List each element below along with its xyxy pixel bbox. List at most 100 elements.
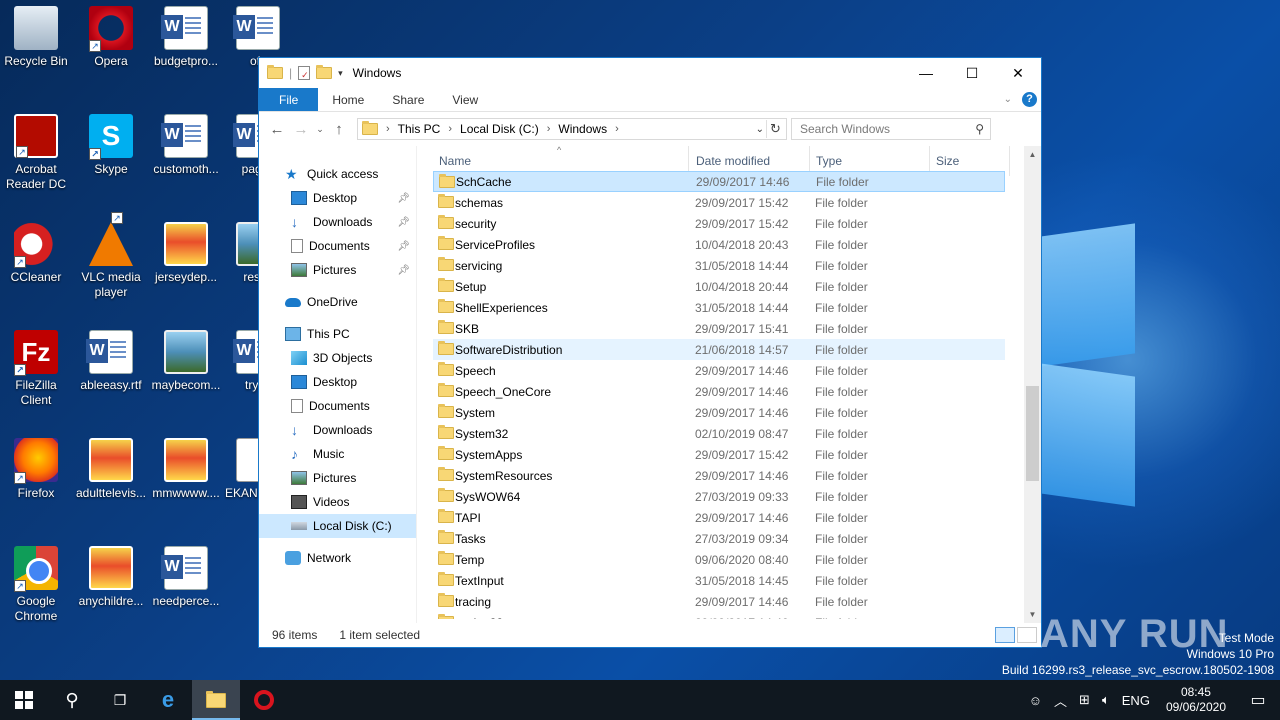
task-view-icon[interactable]: ❐ xyxy=(96,680,144,720)
desktop-icon-adulttelevis[interactable]: adulttelevis... xyxy=(75,438,147,501)
file-row[interactable]: Setup 10/04/2018 20:44 File folder xyxy=(433,276,1005,297)
recent-locations-chevron-icon[interactable]: ⌄ xyxy=(313,124,327,135)
file-row[interactable]: SoftwareDistribution 21/06/2018 14:57 File… xyxy=(433,339,1005,360)
breadcrumb-chevron-icon[interactable]: › xyxy=(386,123,390,135)
desktop-icon-maybecom[interactable]: maybecom... xyxy=(150,330,222,393)
file-row[interactable]: servicing 31/05/2018 14:44 File folder xyxy=(433,255,1005,276)
file-row[interactable]: SystemResources 29/09/2017 14:46 File fold… xyxy=(433,465,1005,486)
maximize-button[interactable]: ☐ xyxy=(949,58,995,88)
nav-qa-desktop[interactable]: Desktop 📌︎ xyxy=(259,186,416,210)
desktop-icon-recycle-bin[interactable]: Recycle Bin xyxy=(0,6,72,69)
nav-this-pc[interactable]: This PC xyxy=(259,322,416,346)
desktop-icon-acrobat-reader-dc[interactable]: ↗ Acrobat Reader DC xyxy=(0,114,72,192)
file-row[interactable]: TAPI 29/09/2017 14:46 File folder xyxy=(433,507,1005,528)
file-row[interactable]: SKB 29/09/2017 15:41 File folder xyxy=(433,318,1005,339)
nav-qa-documents[interactable]: Documents 📌︎ xyxy=(259,234,416,258)
search-taskbar-icon[interactable]: ⚲ xyxy=(48,680,96,720)
desktop-icon-skype[interactable]: S ↗ Skype xyxy=(75,114,147,177)
breadcrumb-local-disk[interactable]: Local Disk (C:) xyxy=(460,122,539,136)
file-row[interactable]: schemas 29/09/2017 15:42 File folder xyxy=(433,192,1005,213)
desktop-icon-opera[interactable]: ↗ Opera xyxy=(75,6,147,69)
file-row[interactable]: System32 02/10/2019 08:47 File folder xyxy=(433,423,1005,444)
tab-file[interactable]: File xyxy=(259,88,319,111)
file-row[interactable]: Temp 09/06/2020 08:40 File folder xyxy=(433,549,1005,570)
file-explorer-taskbar-icon[interactable] xyxy=(192,680,240,720)
network-tray-icon[interactable]: ⊞ xyxy=(1073,692,1096,708)
desktop-icon-anychildre[interactable]: anychildre... xyxy=(75,546,147,609)
opera-taskbar-icon[interactable] xyxy=(240,680,288,720)
nav-qa-pictures[interactable]: Pictures 📌︎ xyxy=(259,258,416,282)
nav-pc-pictures[interactable]: Pictures xyxy=(259,466,416,490)
desktop-icon-jerseydep[interactable]: jerseydep... xyxy=(150,222,222,285)
breadcrumb-chevron-icon[interactable]: › xyxy=(448,123,452,135)
desktop-icon-firefox[interactable]: ↗ Firefox xyxy=(0,438,72,501)
search-icon[interactable]: ⚲ xyxy=(975,122,984,136)
desktop-icon-filezilla-client[interactable]: Fz ↗ FileZilla Client xyxy=(0,330,72,408)
up-arrow-icon[interactable]: ↑ xyxy=(327,121,351,138)
pin-icon[interactable]: 📌︎ xyxy=(397,265,410,276)
file-explorer-window[interactable]: | ✓ ▾ Windows — ☐ ✕ File Home Share View… xyxy=(258,57,1042,648)
file-row[interactable]: Speech 29/09/2017 14:46 File folder xyxy=(433,360,1005,381)
file-row[interactable]: tracing 29/09/2017 14:46 File folder xyxy=(433,591,1005,612)
start-button[interactable] xyxy=(0,680,48,720)
file-row[interactable]: twain_32 29/09/2017 14:46 File folder xyxy=(433,612,1005,619)
nav-onedrive[interactable]: OneDrive xyxy=(259,290,416,314)
address-field[interactable]: › This PC › Local Disk (C:) › Windows › … xyxy=(357,118,787,140)
file-row[interactable]: System 29/09/2017 14:46 File folder xyxy=(433,402,1005,423)
forward-arrow-icon[interactable]: → xyxy=(289,121,313,138)
nav-pc-downloads[interactable]: ↓ Downloads xyxy=(259,418,416,442)
file-row[interactable]: ShellExperiences 31/05/2018 14:44 File fol… xyxy=(433,297,1005,318)
scrollbar-thumb[interactable] xyxy=(1026,386,1039,481)
close-button[interactable]: ✕ xyxy=(995,58,1041,88)
pin-icon[interactable]: 📌︎ xyxy=(397,193,410,204)
nav-qa-downloads[interactable]: ↓ Downloads 📌︎ xyxy=(259,210,416,234)
nav-quick-access[interactable]: ★ Quick access xyxy=(259,162,416,186)
file-row[interactable]: Speech_OneCore 29/09/2017 14:46 File folde… xyxy=(433,381,1005,402)
title-bar[interactable]: | ✓ ▾ Windows — ☐ ✕ xyxy=(259,58,1041,88)
desktop-icon-ccleaner[interactable]: ↗ CCleaner xyxy=(0,222,72,285)
language-indicator[interactable]: ENG xyxy=(1116,693,1156,708)
desktop-icon-vlc-media-player[interactable]: ↗ VLC media player xyxy=(75,212,147,300)
file-row[interactable]: security 29/09/2017 15:42 File folder xyxy=(433,213,1005,234)
volume-icon[interactable]: 🔈︎ xyxy=(1096,692,1116,708)
scroll-up-icon[interactable]: ▲ xyxy=(1024,146,1041,163)
file-row[interactable]: SchCache 29/09/2017 14:46 File folder xyxy=(433,171,1005,192)
properties-icon[interactable]: ✓ xyxy=(298,66,311,80)
nav-pc-documents[interactable]: Documents xyxy=(259,394,416,418)
show-hidden-icons-chevron-icon[interactable]: ︿ xyxy=(1048,691,1073,710)
expand-ribbon-icon[interactable]: ⌄ xyxy=(1004,94,1012,105)
desktop-icon-needperce[interactable]: needperce... xyxy=(150,546,222,609)
breadcrumb-chevron-icon[interactable]: › xyxy=(615,123,619,135)
file-row[interactable]: ServiceProfiles 10/04/2018 20:43 File fold… xyxy=(433,234,1005,255)
vertical-scrollbar[interactable]: ▲ ▼ xyxy=(1024,146,1041,623)
new-folder-icon[interactable] xyxy=(316,65,333,79)
breadcrumb-this-pc[interactable]: This PC xyxy=(398,122,441,136)
customize-qa-dropdown-icon[interactable]: ▾ xyxy=(338,68,343,79)
file-row[interactable]: SysWOW64 27/03/2019 09:33 File folder xyxy=(433,486,1005,507)
refresh-icon[interactable]: ↻ xyxy=(766,120,784,138)
desktop-icon-google-chrome[interactable]: ↗ Google Chrome xyxy=(0,546,72,624)
desktop-icon-customoth[interactable]: customoth... xyxy=(150,114,222,177)
nav-pc-local-disk-c[interactable]: Local Disk (C:) xyxy=(259,514,416,538)
desktop-icon-ableeasy-rtf[interactable]: ableeasy.rtf xyxy=(75,330,147,393)
help-icon[interactable]: ? xyxy=(1022,92,1037,107)
action-center-icon[interactable]: ▭ xyxy=(1236,690,1280,710)
nav-pc-music[interactable]: ♪ Music xyxy=(259,442,416,466)
people-icon[interactable]: ☺ xyxy=(1023,693,1048,708)
pin-icon[interactable]: 📌︎ xyxy=(397,217,410,228)
nav-pc-desktop[interactable]: Desktop xyxy=(259,370,416,394)
breadcrumb-chevron-icon[interactable]: › xyxy=(547,123,551,135)
back-arrow-icon[interactable]: ← xyxy=(265,121,289,138)
nav-network[interactable]: Network xyxy=(259,546,416,570)
tab-view[interactable]: View xyxy=(438,88,492,111)
file-row[interactable]: Tasks 27/03/2019 09:34 File folder xyxy=(433,528,1005,549)
pin-icon[interactable]: 📌︎ xyxy=(397,241,410,252)
file-row[interactable]: SystemApps 29/09/2017 15:42 File folder xyxy=(433,444,1005,465)
desktop-icon-budgetpro[interactable]: budgetpro... xyxy=(150,6,222,69)
address-dropdown-icon[interactable]: ⌄ xyxy=(756,124,764,135)
clock[interactable]: 08:45 09/06/2020 xyxy=(1156,685,1236,715)
minimize-button[interactable]: — xyxy=(903,58,949,88)
desktop-icon-mmwwww[interactable]: mmwwww.... xyxy=(150,438,222,501)
nav-pc-videos[interactable]: Videos xyxy=(259,490,416,514)
tab-share[interactable]: Share xyxy=(378,88,438,111)
